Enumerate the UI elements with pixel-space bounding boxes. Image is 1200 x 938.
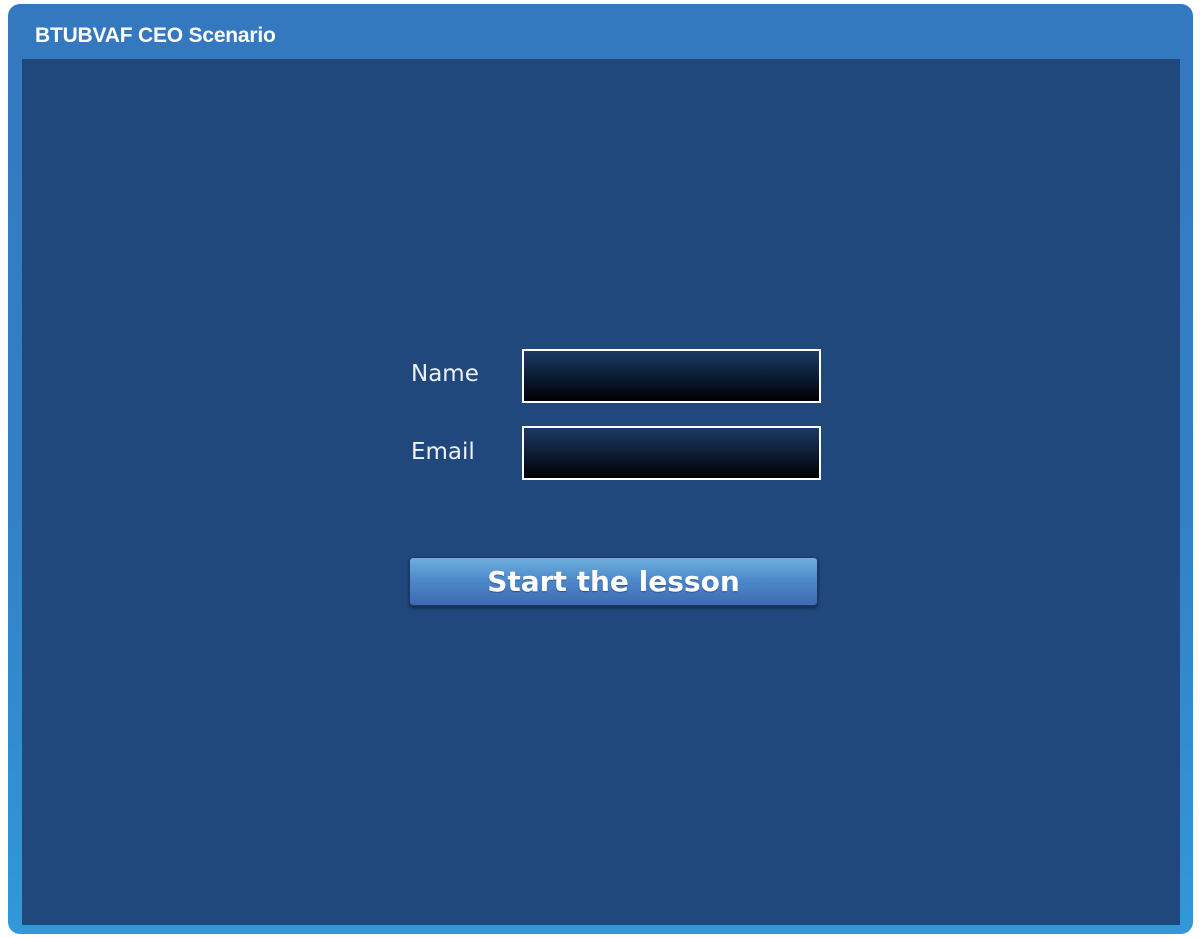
lesson-stage: Name Email Start the lesson	[22, 59, 1180, 925]
email-input[interactable]	[522, 426, 821, 480]
name-input[interactable]	[522, 349, 821, 403]
start-lesson-button[interactable]: Start the lesson	[409, 557, 818, 606]
app-window: BTUBVAF CEO Scenario Name Email Start th…	[8, 4, 1193, 934]
email-label: Email	[411, 439, 475, 465]
name-label: Name	[411, 361, 479, 387]
window-title: BTUBVAF CEO Scenario	[35, 24, 276, 47]
